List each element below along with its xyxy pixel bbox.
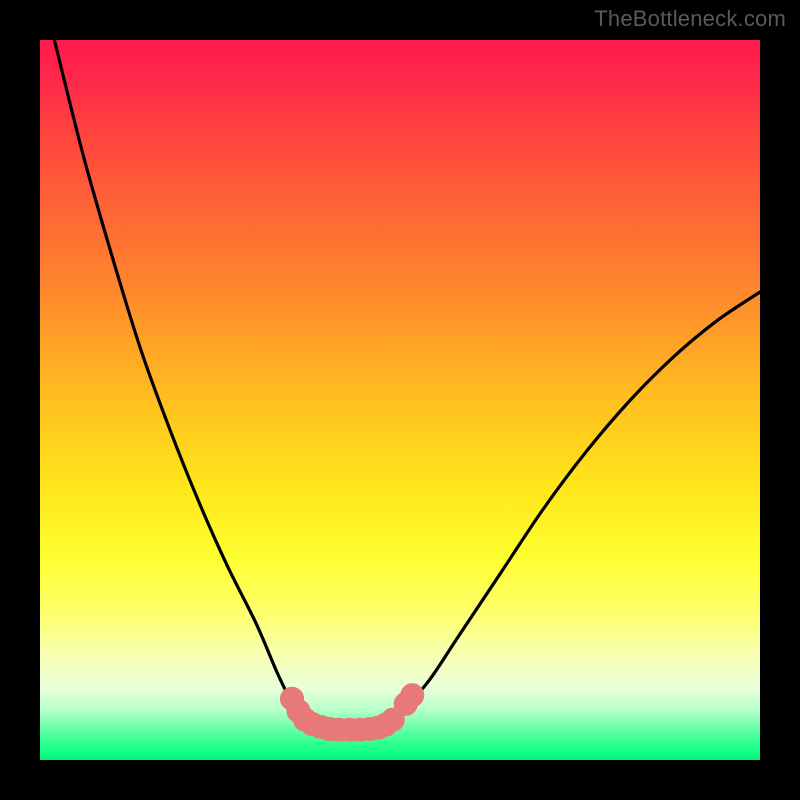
curve-marker bbox=[401, 684, 424, 707]
chart-svg bbox=[40, 40, 760, 760]
plot-area bbox=[40, 40, 760, 760]
marker-group bbox=[280, 684, 423, 742]
attribution-text: TheBottleneck.com bbox=[594, 6, 786, 32]
bottleneck-curve bbox=[54, 40, 760, 730]
outer-frame: TheBottleneck.com bbox=[0, 0, 800, 800]
